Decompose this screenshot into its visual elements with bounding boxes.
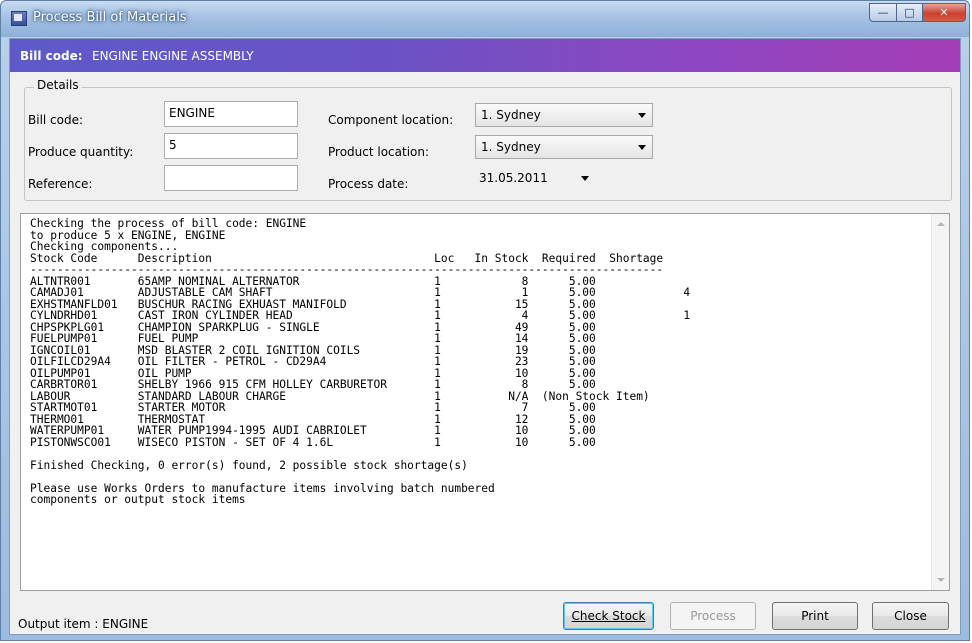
process-button[interactable]: Process bbox=[670, 602, 756, 630]
component-location-select[interactable]: 1. Sydney bbox=[475, 103, 653, 127]
close-window-button[interactable]: ✕ bbox=[922, 3, 966, 22]
chevron-down-icon bbox=[638, 113, 646, 118]
scroll-up-icon[interactable] bbox=[937, 222, 945, 226]
reference-label: Reference: bbox=[28, 177, 93, 191]
close-icon: ✕ bbox=[939, 6, 949, 19]
product-location-value: 1. Sydney bbox=[481, 140, 541, 154]
check-stock-button[interactable]: Check Stock bbox=[563, 602, 654, 630]
print-label: Print bbox=[801, 609, 829, 623]
product-location-label: Product location: bbox=[328, 145, 430, 159]
chevron-down-icon bbox=[638, 145, 646, 150]
title-bar[interactable]: Process Bill of Materials — □ ✕ bbox=[1, 1, 969, 37]
output-log-text: Checking the process of bill code: ENGIN… bbox=[30, 217, 691, 506]
dialog-body: Bill code: ENGINE ENGINE ASSEMBLY Detail… bbox=[9, 38, 961, 635]
details-title: Details bbox=[34, 78, 82, 92]
produce-quantity-label: Produce quantity: bbox=[28, 145, 134, 159]
chevron-down-icon bbox=[581, 176, 589, 181]
process-bom-window: Process Bill of Materials — □ ✕ Bill cod… bbox=[0, 0, 970, 641]
process-date-picker[interactable]: 31.05.2011 bbox=[475, 167, 595, 191]
process-date-value: 31.05.2011 bbox=[479, 171, 548, 185]
product-location-select[interactable]: 1. Sydney bbox=[475, 135, 653, 159]
app-icon bbox=[11, 11, 27, 26]
check-stock-label: Check Stock bbox=[571, 609, 646, 623]
window-title: Process Bill of Materials bbox=[33, 10, 187, 25]
maximize-icon: □ bbox=[904, 6, 915, 19]
maximize-button[interactable]: □ bbox=[896, 3, 923, 22]
close-button[interactable]: Close bbox=[872, 602, 949, 630]
vertical-scrollbar[interactable] bbox=[931, 214, 949, 590]
minimize-icon: — bbox=[877, 6, 889, 19]
output-item-label: Output item : ENGINE bbox=[18, 617, 149, 631]
component-location-value: 1. Sydney bbox=[481, 108, 541, 122]
produce-quantity-field[interactable]: 5 bbox=[164, 133, 298, 159]
component-location-label: Component location: bbox=[328, 113, 454, 127]
print-button[interactable]: Print bbox=[772, 602, 858, 630]
process-date-label: Process date: bbox=[328, 177, 409, 191]
output-log[interactable]: Checking the process of bill code: ENGIN… bbox=[20, 213, 950, 591]
reference-field[interactable] bbox=[164, 165, 298, 191]
process-label: Process bbox=[690, 609, 736, 623]
bill-code-header: Bill code: ENGINE ENGINE ASSEMBLY bbox=[10, 39, 960, 72]
close-label: Close bbox=[894, 609, 927, 623]
bill-code-field[interactable]: ENGINE bbox=[164, 101, 298, 127]
bill-code-label: Bill code: bbox=[28, 113, 84, 127]
minimize-button[interactable]: — bbox=[869, 3, 897, 22]
scroll-down-icon[interactable] bbox=[937, 578, 945, 582]
header-value: ENGINE ENGINE ASSEMBLY bbox=[92, 49, 254, 63]
header-label: Bill code: bbox=[20, 49, 83, 63]
